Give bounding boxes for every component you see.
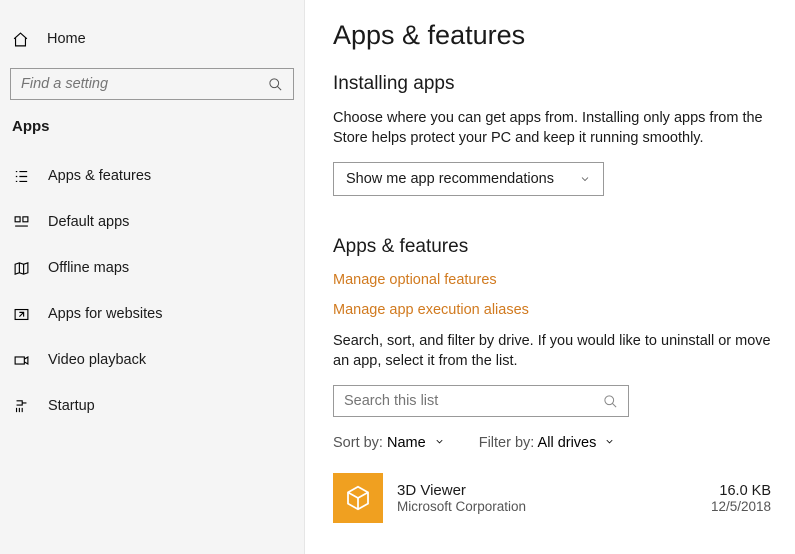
app-name: 3D Viewer (397, 482, 697, 499)
chevron-down-icon (434, 435, 445, 451)
sidebar-item-label: Default apps (48, 214, 129, 230)
sidebar-item-startup[interactable]: Startup (0, 383, 304, 429)
manage-execution-aliases-link[interactable]: Manage app execution aliases (333, 302, 771, 318)
main-content: Apps & features Installing apps Choose w… (305, 0, 795, 554)
app-date: 12/5/2018 (711, 499, 771, 514)
sidebar-search-wrap (10, 68, 294, 100)
app-list-search[interactable] (333, 385, 629, 417)
app-publisher: Microsoft Corporation (397, 499, 697, 514)
app-icon (333, 473, 383, 523)
sidebar-item-video-playback[interactable]: Video playback (0, 337, 304, 383)
map-icon (12, 260, 30, 277)
install-source-dropdown[interactable]: Show me app recommendations (333, 162, 604, 196)
filter-by[interactable]: Filter by: All drives (479, 435, 616, 451)
filter-value: All drives (538, 435, 597, 451)
sidebar-item-label: Video playback (48, 352, 146, 368)
app-list-search-input[interactable] (344, 393, 603, 409)
app-list-item[interactable]: 3D Viewer Microsoft Corporation 16.0 KB … (333, 473, 771, 523)
filter-label: Filter by: (479, 435, 535, 451)
sidebar: Home Apps Apps & features Default apps O… (0, 0, 305, 554)
sidebar-item-label: Apps for websites (48, 306, 162, 322)
sidebar-section-title: Apps (0, 118, 304, 135)
sidebar-search[interactable] (10, 68, 294, 100)
home-nav[interactable]: Home (0, 22, 304, 56)
defaults-icon (12, 214, 30, 231)
sidebar-item-apps-features[interactable]: Apps & features (0, 153, 304, 199)
sidebar-item-apps-websites[interactable]: Apps for websites (0, 291, 304, 337)
list-icon (12, 168, 30, 185)
search-icon (603, 394, 618, 409)
startup-icon (12, 398, 30, 415)
page-title: Apps & features (333, 20, 771, 51)
search-icon (268, 77, 283, 92)
sidebar-item-label: Startup (48, 398, 95, 414)
chevron-down-icon (579, 173, 591, 185)
sidebar-item-label: Offline maps (48, 260, 129, 276)
installing-apps-description: Choose where you can get apps from. Inst… (333, 109, 771, 148)
sort-label: Sort by: (333, 435, 383, 451)
sort-by[interactable]: Sort by: Name (333, 435, 445, 451)
dropdown-value: Show me app recommendations (346, 171, 554, 187)
app-size: 16.0 KB (711, 483, 771, 499)
home-label: Home (47, 31, 86, 47)
sidebar-item-offline-maps[interactable]: Offline maps (0, 245, 304, 291)
sort-filter-row: Sort by: Name Filter by: All drives (333, 435, 771, 451)
chevron-down-icon (604, 435, 615, 451)
apps-features-heading: Apps & features (333, 236, 771, 258)
sidebar-item-default-apps[interactable]: Default apps (0, 199, 304, 245)
home-icon (12, 31, 29, 48)
sidebar-search-input[interactable] (21, 76, 268, 92)
video-icon (12, 352, 30, 369)
app-info: 3D Viewer Microsoft Corporation (397, 482, 697, 514)
installing-apps-heading: Installing apps (333, 73, 771, 95)
manage-optional-features-link[interactable]: Manage optional features (333, 272, 771, 288)
sort-value: Name (387, 435, 426, 451)
app-meta: 16.0 KB 12/5/2018 (711, 483, 771, 514)
list-help-text: Search, sort, and filter by drive. If yo… (333, 332, 771, 371)
open-icon (12, 306, 30, 323)
sidebar-item-label: Apps & features (48, 168, 151, 184)
